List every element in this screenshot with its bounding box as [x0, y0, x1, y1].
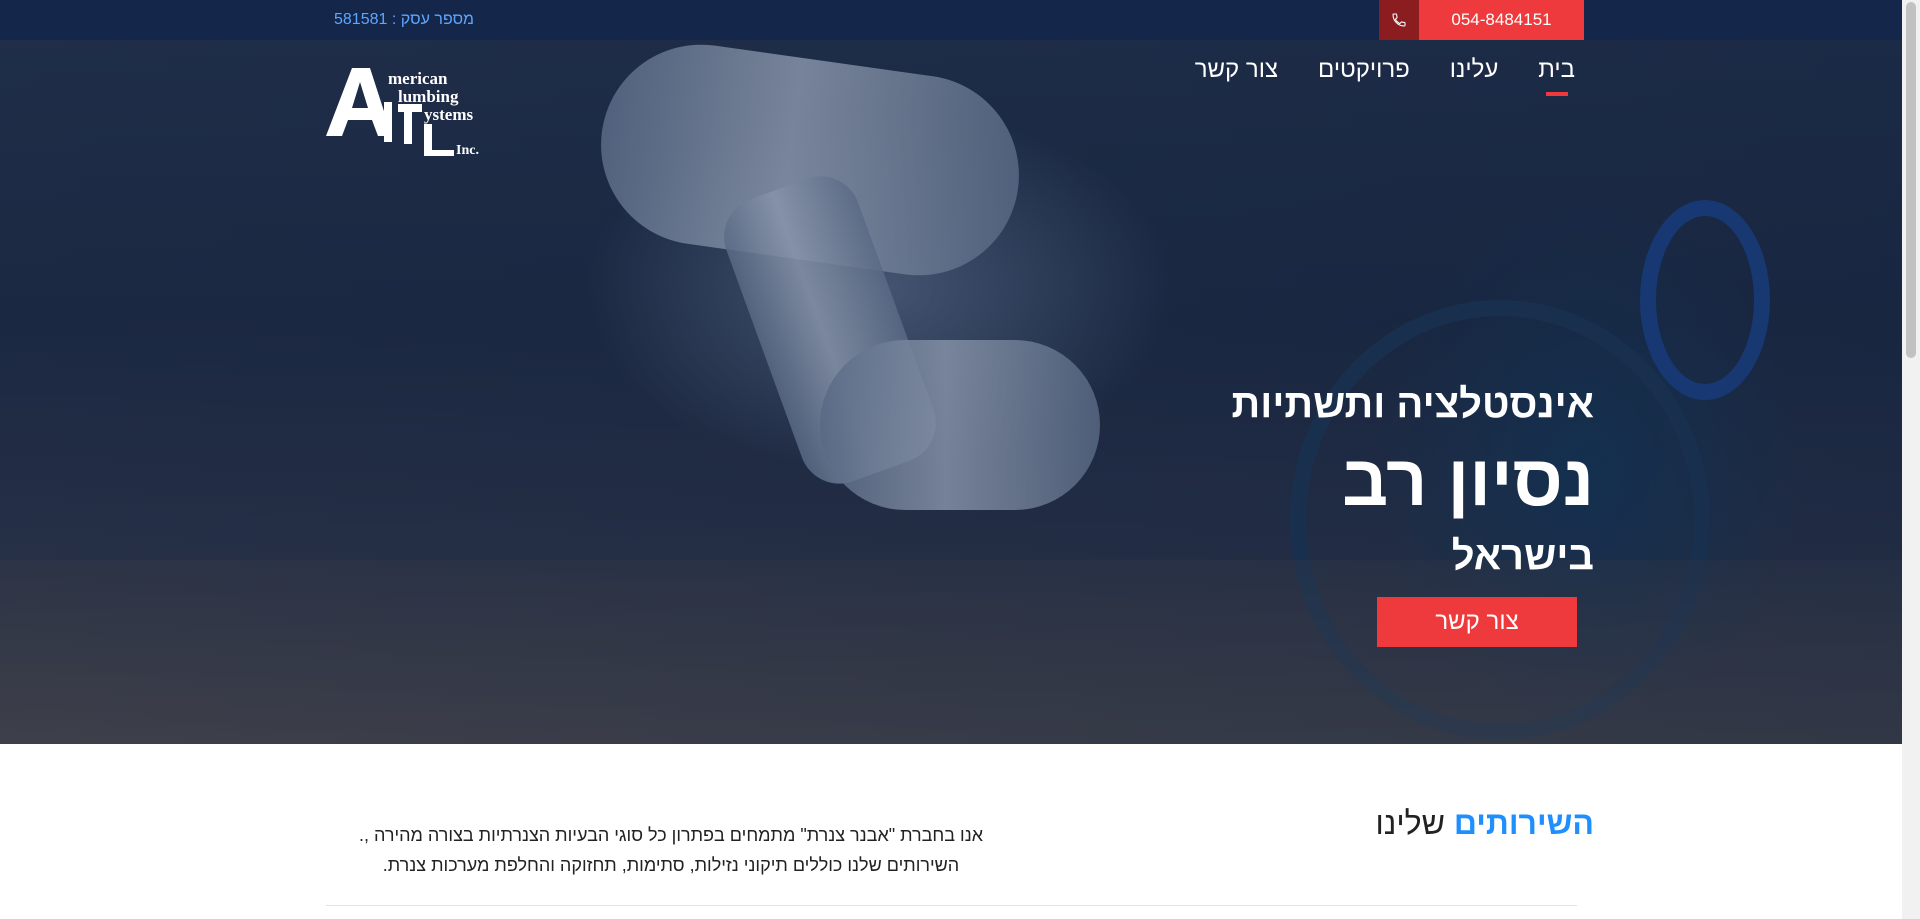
hero-banner [0, 40, 1902, 744]
phone-contact[interactable]: 054-8484151 [1379, 0, 1584, 40]
main-nav: בית עלינו פרויקטים צור קשר [1195, 56, 1575, 84]
section-divider [326, 905, 1577, 906]
logo-text-line3: ystems [424, 105, 473, 124]
logo-text-line2: lumbing [398, 87, 459, 106]
nav-item-contact[interactable]: צור קשר [1195, 56, 1278, 84]
services-heading-rest: שלינו [1375, 805, 1454, 841]
logo-text-line1: merican [388, 69, 448, 88]
hero-title: נסיון רב [1342, 441, 1594, 521]
company-logo[interactable]: merican lumbing ystems Inc. [326, 64, 531, 160]
nav-item-projects[interactable]: פרויקטים [1318, 56, 1410, 84]
hero-overlay [0, 40, 1902, 744]
page-scrollbar[interactable] [1902, 0, 1920, 919]
phone-icon[interactable] [1379, 0, 1419, 40]
services-description-line1: אנו בחברת "אבנר צנרת" מתמחים בפתרון כל ס… [358, 825, 984, 845]
services-description-line2: השירותים שלנו כוללים תיקוני נזילות, סתימ… [382, 855, 960, 875]
phone-number-button[interactable]: 054-8484151 [1419, 0, 1584, 40]
services-heading-highlight: השירותים [1453, 805, 1594, 841]
hero-contact-button[interactable]: צור קשר [1377, 597, 1577, 647]
hero-subtitle: אינסטלציה ותשתיות [1231, 382, 1594, 426]
services-description: אנו בחברת "אבנר צנרת" מתמחים בפתרון כל ס… [326, 820, 1016, 880]
logo-text-line4: Inc. [456, 143, 479, 158]
scrollbar-thumb[interactable] [1906, 2, 1916, 358]
nav-item-about[interactable]: עלינו [1450, 56, 1499, 84]
nav-item-home[interactable]: בית [1538, 56, 1575, 84]
top-bar: מספר עסק : 581581 054-8484151 [0, 0, 1902, 40]
hero-location: בישראל [1451, 534, 1594, 578]
services-heading: השירותים שלינו [1376, 805, 1594, 842]
business-number: מספר עסק : 581581 [334, 11, 475, 28]
